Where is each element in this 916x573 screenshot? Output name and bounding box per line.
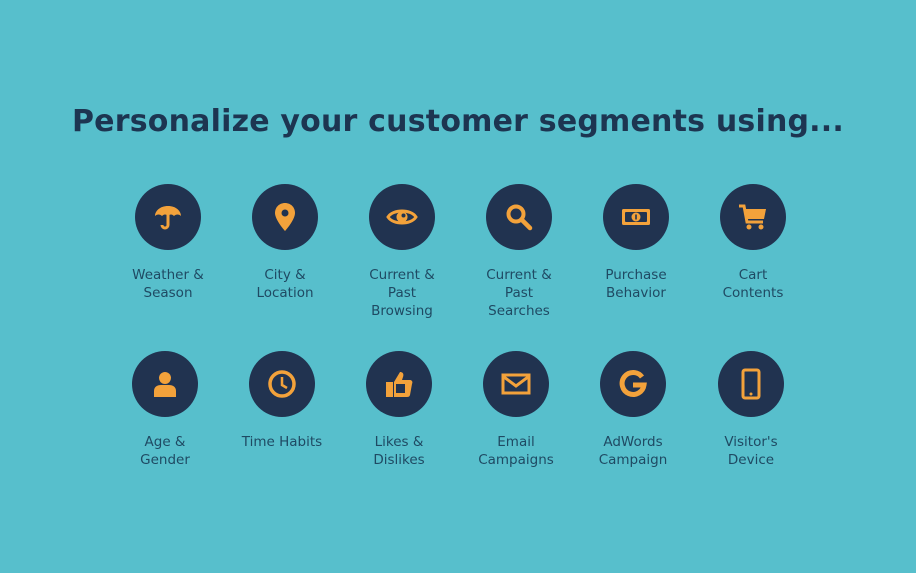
- page-title: Personalize your customer segments using…: [72, 104, 844, 139]
- segment-purchase: Purchase Behavior: [581, 184, 691, 302]
- segment-cart: Cart Contents: [698, 184, 808, 302]
- icon-circle: [366, 351, 432, 417]
- envelope-icon: [501, 373, 531, 395]
- segment-label: Likes & Dislikes: [373, 434, 425, 468]
- clock-icon: [268, 370, 296, 398]
- segment-time-habits: Time Habits: [227, 351, 337, 451]
- segment-label: Weather & Season: [132, 267, 204, 301]
- segment-label: Visitor's Device: [724, 434, 778, 468]
- segment-age-gender: Age & Gender: [110, 351, 220, 469]
- icon-circle: [369, 184, 435, 250]
- segment-searches: Current & Past Searches: [464, 184, 574, 320]
- segment-label: Purchase Behavior: [605, 267, 667, 301]
- segment-label: Age & Gender: [140, 434, 190, 468]
- segment-email: Email Campaigns: [461, 351, 571, 469]
- map-pin-icon: [275, 203, 295, 231]
- segment-label: AdWords Campaign: [598, 434, 668, 468]
- shopping-cart-icon: [739, 204, 766, 230]
- segment-weather-season: Weather & Season: [113, 184, 223, 302]
- icon-circle: [718, 351, 784, 417]
- money-bill-icon: [622, 209, 650, 225]
- segment-browsing: Current & Past Browsing: [347, 184, 457, 320]
- icon-circle: [249, 351, 315, 417]
- segment-device: Visitor's Device: [696, 351, 806, 469]
- icon-circle: [603, 184, 669, 250]
- icon-circle: [720, 184, 786, 250]
- search-icon: [506, 204, 533, 231]
- segment-label: City & Location: [256, 267, 314, 301]
- segment-label: Email Campaigns: [478, 434, 554, 468]
- segment-city-location: City & Location: [230, 184, 340, 302]
- segment-label: Time Habits: [241, 434, 323, 450]
- thumbs-up-icon: [386, 372, 413, 397]
- icon-circle: [252, 184, 318, 250]
- segment-adwords: AdWords Campaign: [578, 351, 688, 469]
- mobile-phone-icon: [741, 368, 761, 400]
- segment-likes-dislikes: Likes & Dislikes: [344, 351, 454, 469]
- icon-circle: [600, 351, 666, 417]
- segment-label: Current & Past Browsing: [369, 267, 435, 319]
- segment-label: Cart Contents: [722, 267, 784, 301]
- icon-circle: [486, 184, 552, 250]
- icon-circle: [483, 351, 549, 417]
- google-icon: [619, 369, 647, 397]
- eye-icon: [386, 209, 418, 225]
- segment-label: Current & Past Searches: [486, 267, 552, 319]
- icon-circle: [132, 351, 198, 417]
- umbrella-icon: [155, 206, 181, 230]
- icon-circle: [135, 184, 201, 250]
- user-icon: [154, 372, 176, 397]
